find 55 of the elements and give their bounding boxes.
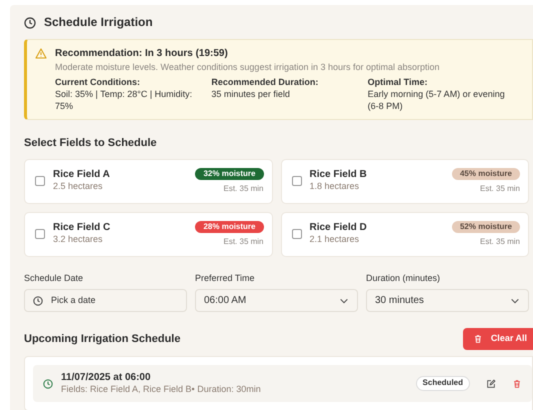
delete-button[interactable] (512, 378, 522, 389)
trash-icon (512, 378, 522, 389)
detail-value: Early morning (5-7 AM) or evening (6-8 PM) (368, 88, 506, 112)
detail-label: Recommended Duration: (211, 77, 320, 89)
time-estimate: Est. 35 min (480, 184, 520, 195)
checkbox[interactable] (292, 229, 302, 240)
schedule-time: 11/07/2025 at 06:00 (61, 371, 152, 384)
select-field[interactable]: 06:00 AM (195, 289, 358, 312)
moisture-badge: 45% moisture (452, 168, 520, 180)
field-card[interactable]: Rice Field A 2.5 hectares 32% moisture Est. 35 min (24, 158, 272, 204)
field-label: Preferred Time (195, 272, 256, 284)
time-estimate: Est. 35 min (223, 184, 264, 195)
section-heading: Select Fields to Schedule (24, 136, 158, 151)
field-name: Rice Field A (53, 169, 111, 182)
checkbox[interactable] (292, 176, 302, 186)
field-name: Rice Field B (310, 169, 368, 182)
field-area: 2.5 hectares (53, 181, 188, 193)
edit-icon (486, 378, 496, 389)
clock-icon (24, 16, 36, 29)
checkbox[interactable] (35, 229, 45, 240)
date-picker[interactable]: Pick a date (24, 289, 187, 312)
edit-button[interactable] (486, 378, 496, 389)
recommendation-message: Moderate moisture levels. Weather conditions suggest irrigation in 3 hours for optimal absorption (55, 62, 441, 74)
field-name: Rice Field C (53, 222, 112, 234)
detail-label: Optimal Time: (368, 77, 429, 89)
field-card[interactable]: Rice Field B 1.8 hectares 45% moisture Est. 35 min (280, 158, 529, 204)
detail-value: 35 minutes per field (211, 88, 291, 101)
section-heading: Upcoming Irrigation Schedule (24, 332, 180, 346)
schedule-details: Fields: Rice Field A, Rice Field B• Duration: 30min (61, 384, 262, 396)
clock-icon (43, 378, 53, 389)
trash-icon (472, 334, 483, 344)
field-area: 3.2 hectares (53, 234, 188, 246)
field-area: 2.1 hectares (310, 234, 444, 246)
field-card[interactable]: Rice Field D 2.1 hectares 52% moisture Est. 35 min (280, 212, 529, 257)
select-field[interactable]: 30 minutes (366, 289, 529, 312)
detail-value: Soil: 35% | Temp: 28°C | Humidity: 75% (55, 88, 194, 112)
field-label: Schedule Date (24, 272, 84, 284)
dialog-title: Schedule Irrigation (44, 15, 153, 31)
field-label: Duration (minutes) (366, 272, 442, 284)
moisture-badge: 32% moisture (195, 168, 264, 180)
field-area: 1.8 hectares (310, 181, 444, 193)
clear-all-button[interactable]: Clear All (462, 328, 533, 350)
time-estimate: Est. 35 min (480, 237, 520, 248)
clock-icon (33, 296, 43, 306)
recommendation-heading: Recommendation: In 3 hours (19:59) (55, 46, 229, 60)
status-badge: Scheduled (416, 376, 470, 391)
placeholder-text: Pick a date (51, 294, 96, 307)
checkbox[interactable] (35, 176, 45, 186)
moisture-badge: 52% moisture (452, 220, 520, 234)
detail-label: Current Conditions: (55, 77, 141, 89)
field-name: Rice Field D (310, 222, 368, 234)
moisture-badge: 28% moisture (195, 220, 264, 234)
time-estimate: Est. 35 min (223, 237, 264, 248)
field-card[interactable]: Rice Field C 3.2 hectares 28% moisture Est. 35 min (24, 212, 272, 257)
warning-icon (35, 48, 47, 59)
